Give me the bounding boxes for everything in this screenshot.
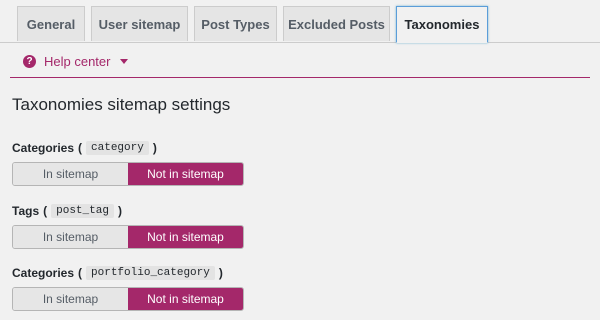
tab-label: General — [26, 16, 76, 32]
paren-close: ) — [218, 266, 223, 280]
setting-tags: Tags( post_tag ) In sitemap Not in sitem… — [12, 202, 244, 249]
in-sitemap-option[interactable]: In sitemap — [13, 226, 128, 248]
taxonomy-slug: category — [86, 141, 149, 155]
sitemap-toggle: In sitemap Not in sitemap — [12, 287, 244, 311]
setting-name: Categories — [12, 141, 75, 155]
setting-name: Tags — [12, 204, 40, 218]
setting-label: Categories( portfolio_category ) — [12, 264, 244, 282]
tab-user-sitemap[interactable]: User sitemap — [91, 6, 188, 41]
sitemap-toggle: In sitemap Not in sitemap — [12, 162, 244, 186]
setting-categories: Categories( category ) In sitemap Not in… — [12, 139, 244, 186]
taxonomy-slug: portfolio_category — [86, 266, 215, 280]
setting-label: Categories( category ) — [12, 139, 244, 157]
tab-label: User sitemap — [98, 16, 181, 32]
not-in-sitemap-option[interactable]: Not in sitemap — [128, 163, 243, 185]
tab-taxonomies[interactable]: Taxonomies — [396, 6, 488, 43]
paren-close: ) — [117, 204, 122, 218]
divider — [10, 77, 590, 78]
in-sitemap-option[interactable]: In sitemap — [13, 288, 128, 310]
caret-down-icon — [120, 58, 129, 64]
tab-general[interactable]: General — [17, 6, 85, 41]
setting-label: Tags( post_tag ) — [12, 202, 244, 220]
in-sitemap-option[interactable]: In sitemap — [13, 163, 128, 185]
paren-open: ( — [78, 266, 83, 280]
help-center-label: Help center — [44, 53, 111, 69]
help-center-toggle[interactable]: ? Help center — [23, 52, 129, 70]
tab-bar: General User sitemap Post Types Excluded… — [0, 0, 600, 43]
tab-label: Taxonomies — [404, 17, 480, 32]
tab-post-types[interactable]: Post Types — [194, 6, 277, 41]
paren-open: ( — [78, 141, 83, 155]
paren-close: ) — [152, 141, 157, 155]
not-in-sitemap-option[interactable]: Not in sitemap — [128, 226, 243, 248]
not-in-sitemap-option[interactable]: Not in sitemap — [128, 288, 243, 310]
sitemap-toggle: In sitemap Not in sitemap — [12, 225, 244, 249]
tab-label: Post Types — [201, 16, 270, 32]
taxonomy-slug: post_tag — [51, 204, 114, 218]
setting-portfolio-categories: Categories( portfolio_category ) In site… — [12, 264, 244, 311]
setting-name: Categories — [12, 266, 75, 280]
tab-excluded-posts[interactable]: Excluded Posts — [283, 6, 390, 41]
tab-label: Excluded Posts — [288, 16, 385, 32]
paren-open: ( — [43, 204, 48, 218]
section-title: Taxonomies sitemap settings — [12, 95, 231, 114]
question-circle-icon: ? — [23, 54, 36, 68]
